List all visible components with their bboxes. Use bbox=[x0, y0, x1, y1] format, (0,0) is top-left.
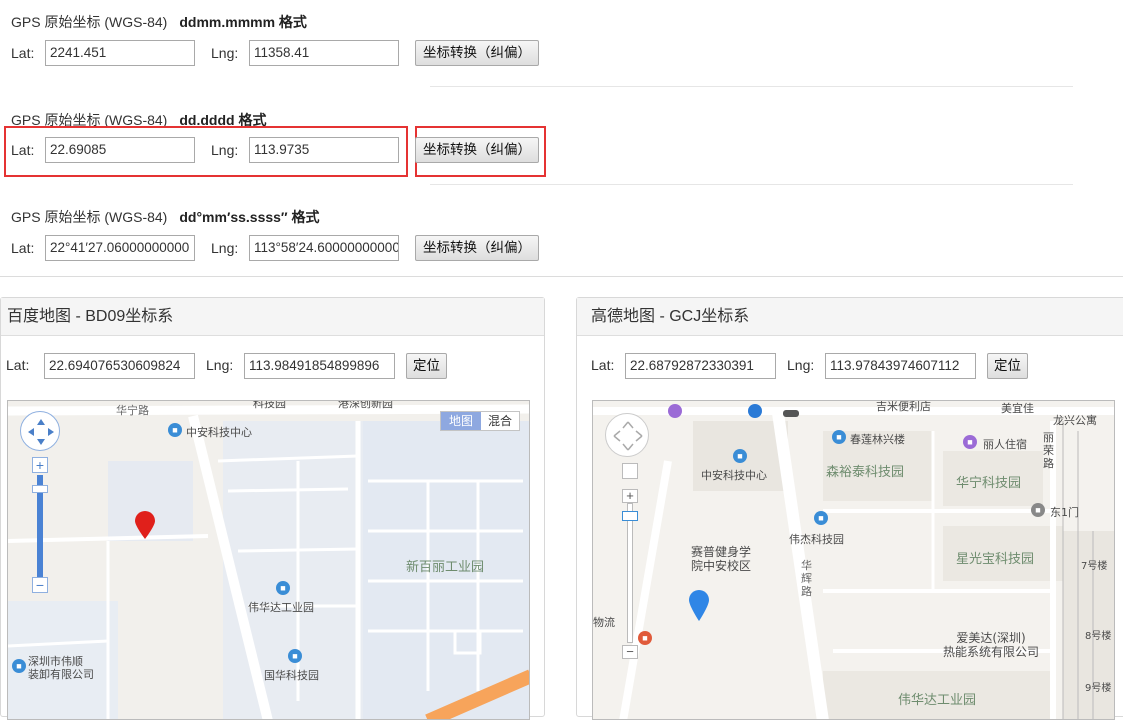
road-label: 华 辉 路 bbox=[801, 559, 812, 598]
map-label: 赛普健身学 院中安校区 bbox=[691, 545, 752, 573]
map-label: 春莲林兴楼 bbox=[850, 433, 905, 446]
building-icon: ■ bbox=[276, 581, 290, 595]
lng-input[interactable]: 113°58′24.60000000000 bbox=[249, 235, 399, 261]
map-label: 伟杰科技园 bbox=[789, 533, 844, 546]
zoom-handle[interactable] bbox=[32, 485, 48, 493]
lng-input[interactable]: 113.97843974607112 bbox=[825, 353, 976, 379]
hotel-icon: ■ bbox=[963, 435, 977, 449]
road-label: 丽 荣 路 bbox=[1043, 431, 1054, 470]
pan-arrows-icon bbox=[613, 421, 643, 451]
map-label: 伟华达工业园 bbox=[248, 601, 314, 614]
zoom-slider[interactable] bbox=[627, 503, 633, 643]
lat-input[interactable]: 2241.451 bbox=[45, 40, 195, 66]
map-label: 中安科技中心 bbox=[186, 426, 252, 439]
section-title: GPS 原始坐标 (WGS-84) ddmm.mmmm 格式 bbox=[11, 12, 307, 32]
lat-label: Lat: bbox=[591, 357, 615, 373]
map-label: 东1门 bbox=[1050, 506, 1079, 519]
lng-label: Lng: bbox=[211, 142, 239, 158]
format-label: ddmm.mmmm 格式 bbox=[179, 14, 307, 30]
convert-button[interactable]: 坐标转换（纠偏） bbox=[415, 137, 539, 163]
divider bbox=[430, 184, 1073, 185]
divider bbox=[0, 276, 1123, 277]
map-type-switch: 地图 混合 bbox=[440, 411, 520, 431]
pan-control[interactable] bbox=[20, 411, 60, 451]
building-icon: ■ bbox=[814, 511, 828, 525]
map-tiles bbox=[593, 407, 1114, 719]
map-label: 中安科技中心 bbox=[701, 469, 767, 482]
map-type-map-button[interactable]: 地图 bbox=[441, 412, 481, 430]
coord-system-label: GPS 原始坐标 (WGS-84) bbox=[11, 14, 168, 30]
pan-control[interactable] bbox=[605, 413, 649, 457]
section-title: GPS 原始坐标 (WGS-84) dd°mm′ss.ssss″ 格式 bbox=[11, 207, 320, 227]
lat-label: Lat: bbox=[11, 45, 35, 61]
lng-label: Lng: bbox=[206, 357, 234, 373]
locate-self-button[interactable] bbox=[622, 463, 638, 479]
convert-button[interactable]: 坐标转换（纠偏） bbox=[415, 40, 539, 66]
location-marker-icon bbox=[135, 511, 155, 539]
map-label: 国华科技园 bbox=[264, 669, 319, 682]
lat-input[interactable]: 22.68792872330391 bbox=[625, 353, 776, 379]
lng-input[interactable]: 113.98491854899896 bbox=[244, 353, 395, 379]
map-label: 爱美达(深圳) 热能系统有限公司 bbox=[943, 631, 1040, 659]
map-label: 吉米便利店 bbox=[876, 400, 931, 413]
map-label: 伟华达工业园 bbox=[898, 693, 977, 708]
map-label: 星光宝科技园 bbox=[956, 552, 1035, 567]
map-label: 港深创新园 bbox=[338, 400, 393, 410]
bus-stop-icon: ■ bbox=[638, 631, 652, 645]
amap-panel: 高德地图 - GCJ坐标系 Lat: 22.68792872330391 Lng… bbox=[576, 297, 1123, 720]
lat-input[interactable]: 22.694076530609824 bbox=[44, 353, 195, 379]
lng-label: Lng: bbox=[211, 45, 239, 61]
lng-input[interactable]: 113.9735 bbox=[249, 137, 399, 163]
building-icon: ■ bbox=[733, 449, 747, 463]
building-icon: ■ bbox=[12, 659, 26, 673]
building-icon: ■ bbox=[168, 423, 182, 437]
lat-label: Lat: bbox=[11, 240, 35, 256]
map-label: 华宁科技园 bbox=[956, 476, 1022, 491]
zoom-handle[interactable] bbox=[622, 511, 638, 521]
lat-label: Lat: bbox=[11, 142, 35, 158]
zoom-in-button[interactable]: + bbox=[622, 489, 638, 503]
map-label: 物流 bbox=[593, 616, 615, 629]
map-label: 新百丽工业园 bbox=[406, 560, 485, 575]
map-label: 科技园 bbox=[253, 400, 286, 410]
map-label: 7号楼 bbox=[1081, 561, 1108, 572]
lat-input[interactable]: 22.69085 bbox=[45, 137, 195, 163]
pan-arrows-icon bbox=[28, 419, 54, 445]
map-type-hybrid-button[interactable]: 混合 bbox=[481, 412, 519, 430]
map-label: 美宜佳 bbox=[1001, 402, 1034, 415]
shop-icon bbox=[668, 404, 682, 418]
gate-icon: ■ bbox=[1031, 503, 1045, 517]
traffic-light-icon bbox=[783, 410, 799, 417]
locate-button[interactable]: 定位 bbox=[987, 353, 1028, 379]
lng-label: Lng: bbox=[211, 240, 239, 256]
convert-button[interactable]: 坐标转换（纠偏） bbox=[415, 235, 539, 261]
map-label: 深圳市伟顺 装卸有限公司 bbox=[28, 655, 94, 681]
building-icon: ■ bbox=[832, 430, 846, 444]
locate-button[interactable]: 定位 bbox=[406, 353, 447, 379]
divider bbox=[430, 86, 1073, 87]
coord-system-label: GPS 原始坐标 (WGS-84) bbox=[11, 209, 168, 225]
building-icon: ■ bbox=[288, 649, 302, 663]
bus-stop-icon bbox=[748, 404, 762, 418]
panel-title: 高德地图 - GCJ坐标系 bbox=[577, 298, 1123, 336]
lat-label: Lat: bbox=[6, 357, 30, 373]
map-label: 森裕泰科技园 bbox=[826, 465, 905, 480]
amap-map[interactable]: 吉米便利店 美宜佳 龙兴公寓 ■ 春莲林兴楼 ■ 丽人住宿 丽 荣 路 ■ 中安… bbox=[592, 400, 1115, 720]
road-label: 华宁路 bbox=[116, 404, 149, 417]
map-label: 9号楼 bbox=[1085, 683, 1112, 694]
baidu-map[interactable]: 华宁路 科技园 港深创新园 ■ 中安科技中心 新百丽工业园 ■ 伟华达工业园 ■… bbox=[7, 400, 530, 720]
lng-input[interactable]: 11358.41 bbox=[249, 40, 399, 66]
zoom-out-button[interactable]: − bbox=[32, 577, 48, 593]
location-marker-icon bbox=[689, 590, 709, 621]
map-label: 8号楼 bbox=[1085, 631, 1112, 642]
map-label: 丽人住宿 bbox=[983, 438, 1027, 451]
baidu-panel: 百度地图 - BD09坐标系 Lat: 22.694076530609824 L… bbox=[0, 297, 545, 720]
map-label: 龙兴公寓 bbox=[1053, 414, 1097, 427]
lat-input[interactable]: 22°41′27.06000000000 bbox=[45, 235, 195, 261]
zoom-in-button[interactable]: + bbox=[32, 457, 48, 473]
format-label: dd°mm′ss.ssss″ 格式 bbox=[179, 209, 320, 225]
zoom-out-button[interactable]: − bbox=[622, 645, 638, 659]
panel-title: 百度地图 - BD09坐标系 bbox=[1, 298, 544, 336]
lng-label: Lng: bbox=[787, 357, 815, 373]
